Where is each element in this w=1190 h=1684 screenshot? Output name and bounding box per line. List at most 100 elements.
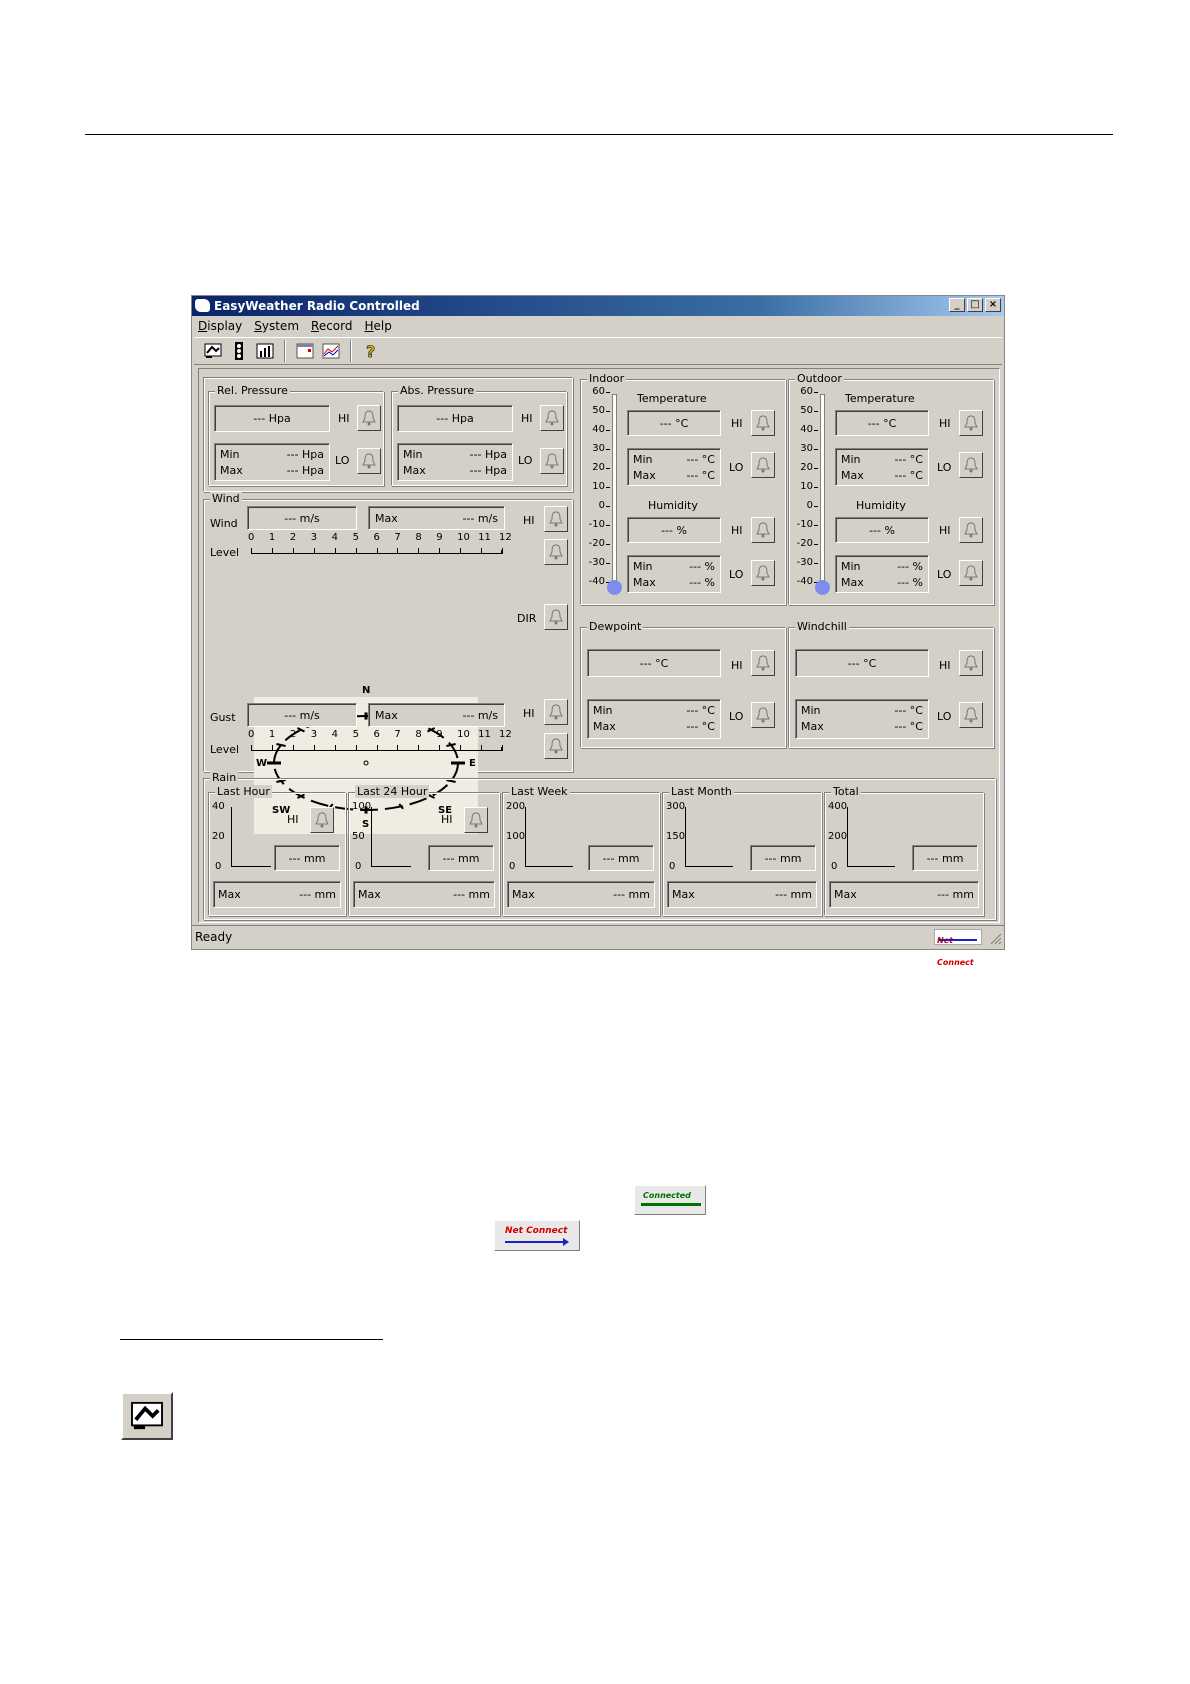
bell-icon bbox=[549, 738, 563, 754]
menu-record[interactable]: Record bbox=[311, 317, 352, 336]
bell-icon bbox=[315, 812, 329, 828]
rain-period-value: --- mm bbox=[428, 845, 494, 871]
temp-tick bbox=[814, 525, 818, 526]
rain-hi-alarm-button[interactable] bbox=[310, 807, 334, 833]
level-tick bbox=[502, 745, 503, 751]
rain-period-value: --- mm bbox=[912, 845, 978, 871]
rain-period-group: Last 24 Hour 100 50 0 HI --- mm Max --- mm bbox=[348, 785, 500, 916]
level-tick bbox=[376, 745, 378, 751]
minimize-button[interactable]: _ bbox=[949, 298, 965, 312]
temp-tick-label: -30 bbox=[588, 557, 605, 568]
wind-level-scale: 0 1 2 3 4 5 6 7 8 9 10 11 12 bbox=[248, 532, 512, 554]
rain-group: Rain Last Hour 40 20 0 HI --- mm Max --- mm Last… bbox=[203, 771, 996, 920]
toolbar-separator bbox=[350, 340, 352, 362]
dewpoint-value: --- °C bbox=[587, 649, 721, 677]
temp-tick bbox=[606, 430, 610, 431]
outdoor-temp-hi-label: HI bbox=[939, 417, 951, 430]
dewpoint-lo-alarm-button[interactable] bbox=[751, 702, 775, 728]
resize-grip-icon[interactable] bbox=[990, 933, 1002, 945]
level-tick-label: 12 bbox=[499, 729, 512, 740]
outdoor-thermometer-bulb bbox=[815, 580, 830, 595]
rain-period-title: Last 24 Hour bbox=[355, 785, 430, 798]
abs-pressure-lo-label: LO bbox=[518, 454, 533, 467]
traffic-light-icon[interactable] bbox=[228, 340, 250, 362]
compass-e: E bbox=[469, 758, 476, 769]
rel-pressure-lo-alarm-button[interactable] bbox=[357, 448, 381, 474]
dewpoint-hi-alarm-button[interactable] bbox=[751, 650, 775, 676]
level-tick bbox=[251, 548, 252, 554]
menu-display[interactable]: Display bbox=[198, 317, 242, 336]
bell-icon bbox=[545, 453, 559, 469]
menu-help[interactable]: Help bbox=[365, 317, 392, 336]
graph-icon[interactable] bbox=[320, 340, 342, 362]
temp-tick bbox=[606, 506, 610, 507]
windchill-lo-alarm-button[interactable] bbox=[959, 702, 983, 728]
rain-tick-mid: 150 bbox=[666, 831, 686, 842]
wind-dir-alarm-button[interactable] bbox=[544, 604, 568, 630]
rain-hi-alarm-button[interactable] bbox=[464, 807, 488, 833]
level-tick-label: 9 bbox=[436, 532, 443, 543]
rel-pressure-title: Rel. Pressure bbox=[215, 384, 290, 397]
menu-system[interactable]: System bbox=[254, 317, 299, 336]
outdoor-hum-minmax: Min --- % Max --- % bbox=[835, 555, 929, 593]
level-tick bbox=[418, 745, 420, 751]
maximize-button[interactable]: □ bbox=[967, 298, 983, 312]
outdoor-hum-hi-alarm-button[interactable] bbox=[959, 517, 983, 543]
temp-tick bbox=[814, 506, 818, 507]
temp-tick bbox=[814, 544, 818, 545]
abs-pressure-lo-alarm-button[interactable] bbox=[540, 448, 564, 474]
close-button[interactable]: × bbox=[985, 298, 1001, 312]
level-tick-label: 8 bbox=[415, 532, 422, 543]
wind-level-alarm-button[interactable] bbox=[544, 539, 568, 565]
outdoor-temp-lo-alarm-button[interactable] bbox=[959, 452, 983, 478]
bell-icon bbox=[964, 457, 978, 473]
abs-pressure-group: Abs. Pressure --- Hpa HI Min --- Hpa Max -… bbox=[391, 384, 567, 486]
bell-icon bbox=[545, 410, 559, 426]
gust-level-label: Level bbox=[210, 743, 240, 756]
display-icon[interactable] bbox=[202, 340, 224, 362]
level-tick-label: 5 bbox=[352, 532, 359, 543]
indoor-temp-lo-alarm-button[interactable] bbox=[751, 452, 775, 478]
bell-icon bbox=[549, 609, 563, 625]
title-bar[interactable]: EasyWeather Radio Controlled _ □ × bbox=[192, 296, 1004, 316]
indoor-temp-lo-label: LO bbox=[729, 461, 744, 474]
wind-hi-alarm-button[interactable] bbox=[544, 506, 568, 532]
temp-tick bbox=[814, 430, 818, 431]
abs-pressure-hi-alarm-button[interactable] bbox=[540, 405, 564, 431]
rel-pressure-hi-alarm-button[interactable] bbox=[357, 405, 381, 431]
temp-tick-label: -20 bbox=[796, 538, 813, 549]
level-tick bbox=[439, 745, 441, 751]
indoor-hum-hi-alarm-button[interactable] bbox=[751, 517, 775, 543]
indoor-hum-minmax: Min --- % Max --- % bbox=[627, 555, 721, 593]
menu-bar: Display System Record Help bbox=[192, 317, 1004, 336]
temp-tick bbox=[606, 411, 610, 412]
indoor-hum-lo-label: LO bbox=[729, 568, 744, 581]
toolbar-separator bbox=[284, 340, 286, 362]
level-tick-label: 3 bbox=[310, 532, 318, 543]
temp-tick bbox=[606, 544, 610, 545]
level-tick bbox=[460, 745, 462, 751]
outdoor-hum-lo-alarm-button[interactable] bbox=[959, 560, 983, 586]
rain-period-max: Max --- mm bbox=[507, 881, 655, 908]
temp-tick bbox=[606, 449, 610, 450]
net-connect-badge: Net Connect bbox=[494, 1220, 580, 1251]
net-connect-status[interactable]: Net Connect bbox=[934, 929, 982, 967]
chart-icon[interactable] bbox=[254, 340, 276, 362]
dewpoint-minmax: Min --- °C Max --- °C bbox=[587, 699, 721, 739]
level-tick bbox=[292, 548, 294, 554]
rain-period-group: Last Week 200 100 0 --- mm Max --- mm bbox=[502, 785, 660, 916]
outdoor-temp-hi-alarm-button[interactable] bbox=[959, 410, 983, 436]
rain-chart-axis bbox=[525, 807, 573, 867]
outdoor-temp-minmax: Min --- °C Max --- °C bbox=[835, 448, 929, 486]
window-title: EasyWeather Radio Controlled bbox=[214, 299, 420, 313]
gust-level-alarm-button[interactable] bbox=[544, 733, 568, 759]
rel-pressure-group: Rel. Pressure --- Hpa HI Min --- Hpa Max -… bbox=[208, 384, 384, 486]
temp-tick bbox=[606, 487, 610, 488]
gust-hi-alarm-button[interactable] bbox=[544, 699, 568, 725]
rain-tick-zero: 0 bbox=[509, 861, 516, 872]
indoor-hum-lo-alarm-button[interactable] bbox=[751, 560, 775, 586]
calendar-icon[interactable] bbox=[294, 340, 316, 362]
windchill-hi-alarm-button[interactable] bbox=[959, 650, 983, 676]
indoor-temp-hi-alarm-button[interactable] bbox=[751, 410, 775, 436]
help-icon[interactable]: ? bbox=[360, 340, 382, 362]
